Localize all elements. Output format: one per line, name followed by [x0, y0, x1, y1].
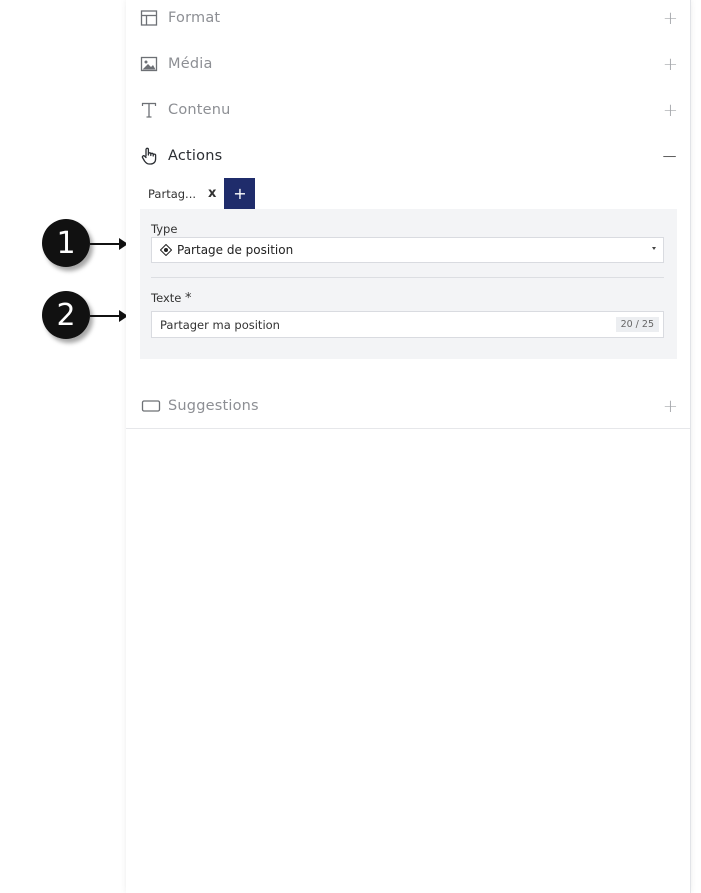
section-content[interactable]: Contenu +: [126, 88, 690, 132]
pointer-hand-icon: [141, 147, 157, 165]
action-form: Type Partage de position Texte * 20 / 25: [140, 209, 677, 359]
text-icon: [141, 102, 157, 118]
image-icon: [140, 56, 158, 72]
action-tab[interactable]: Partag... x: [140, 178, 225, 209]
section-suggestions-label: Suggestions: [168, 398, 259, 414]
section-content-label: Contenu: [168, 102, 231, 118]
section-media-label: Média: [168, 56, 213, 72]
chevron-down-icon[interactable]: [652, 247, 656, 250]
callout-2-arrow: [90, 310, 128, 322]
section-suggestions[interactable]: Suggestions +: [126, 384, 690, 428]
action-tab-label: Partag...: [148, 186, 197, 201]
required-mark: *: [185, 291, 192, 306]
section-media[interactable]: Média +: [126, 42, 690, 86]
section-actions-collapse[interactable]: −: [661, 144, 678, 168]
section-actions-label: Actions: [168, 148, 223, 164]
callout-1-arrow: [90, 238, 128, 250]
callout-1: 1: [42, 219, 90, 267]
section-actions[interactable]: Actions −: [126, 134, 690, 178]
section-format-expand[interactable]: +: [663, 8, 678, 29]
section-format[interactable]: Format +: [126, 0, 690, 40]
location-crosshair-icon: [160, 244, 172, 256]
type-label: Type: [151, 222, 178, 236]
callout-2: 2: [42, 291, 90, 339]
text-input-wrapper: 20 / 25: [151, 311, 664, 338]
type-select[interactable]: Partage de position: [151, 237, 664, 263]
form-divider: [151, 277, 664, 278]
add-action-button[interactable]: +: [224, 178, 256, 209]
close-icon[interactable]: x: [208, 186, 216, 201]
suggestion-box-icon: [141, 400, 161, 412]
section-divider: [126, 428, 690, 429]
text-label-text: Texte: [151, 291, 182, 305]
action-tabs: Partag... x +: [140, 178, 256, 209]
section-content-expand[interactable]: +: [663, 100, 678, 121]
text-input[interactable]: [160, 317, 580, 332]
section-format-label: Format: [168, 10, 221, 26]
section-suggestions-expand[interactable]: +: [663, 396, 678, 417]
text-label: Texte *: [151, 291, 192, 306]
message-editor-panel: Format + Média + Contenu + Actions − Par…: [126, 0, 691, 893]
layout-icon: [140, 10, 158, 26]
character-counter: 20 / 25: [615, 317, 659, 332]
section-media-expand[interactable]: +: [663, 54, 678, 75]
type-select-value: Partage de position: [177, 243, 294, 257]
